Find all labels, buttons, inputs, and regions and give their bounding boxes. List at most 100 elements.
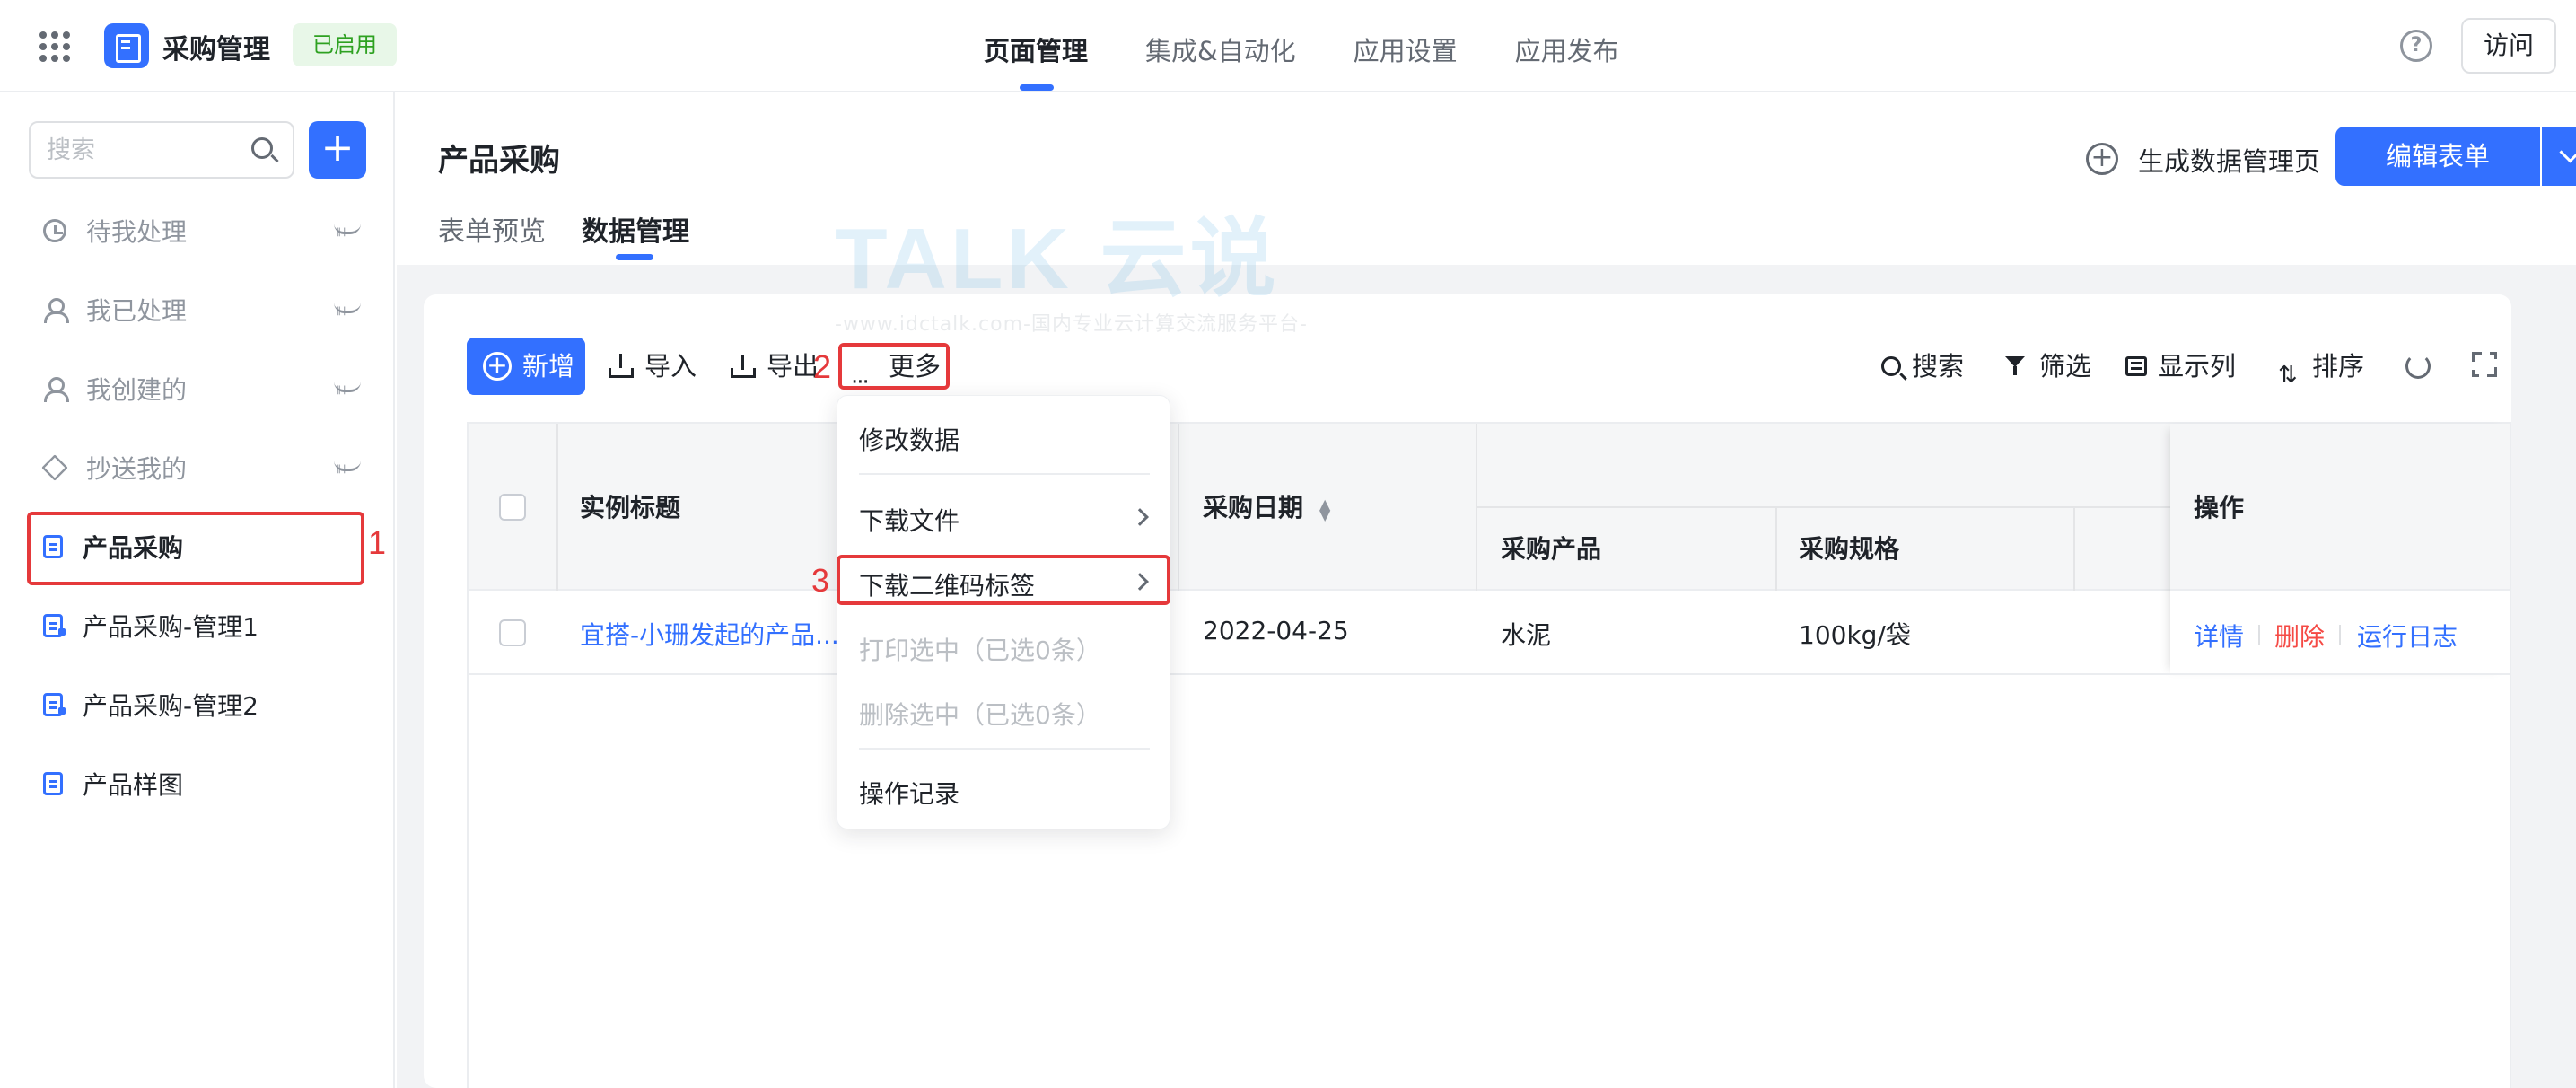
sidebar-item-cc[interactable]: 抄送我的 xyxy=(29,434,366,502)
eye-closed-icon[interactable] xyxy=(334,303,361,316)
send-icon xyxy=(41,454,68,481)
search-icon xyxy=(1881,356,1901,376)
help-icon[interactable]: ? xyxy=(2400,30,2432,62)
column-header-spec[interactable]: 采购规格 xyxy=(1799,530,1899,566)
ops-separator xyxy=(2258,625,2260,645)
sidebar-search[interactable] xyxy=(29,121,294,179)
ops-separator xyxy=(2339,625,2341,645)
nav-page-management[interactable]: 页面管理 xyxy=(984,0,1088,92)
report-icon xyxy=(43,693,66,716)
menu-item-edit-data[interactable]: 修改数据 xyxy=(859,421,959,457)
column-divider xyxy=(1775,506,1777,591)
select-all-checkbox[interactable] xyxy=(499,494,526,521)
column-header-title[interactable]: 实例标题 xyxy=(580,488,680,524)
data-table: 实例标题 采购日期 ▲ ▼ 采购产品 采购规格 操作 宜搭-小珊发起的产品... … xyxy=(467,422,2511,1088)
sidebar-item-label: 产品采购-管理2 xyxy=(83,691,258,721)
search-label: 搜索 xyxy=(1912,351,1965,382)
tab-form-preview[interactable]: 表单预览 xyxy=(438,209,546,249)
sidebar-item-processed[interactable]: 我已处理 xyxy=(29,276,366,344)
status-badge: 已启用 xyxy=(293,23,397,66)
group-divider xyxy=(1476,506,2170,508)
row-title-link[interactable]: 宜搭-小珊发起的产品... xyxy=(580,616,839,652)
import-label: 导入 xyxy=(644,351,697,382)
row-run-log-link[interactable]: 运行日志 xyxy=(2357,618,2458,654)
form-icon xyxy=(43,772,63,795)
apps-grid-icon[interactable] xyxy=(39,31,70,62)
sidebar-item-created[interactable]: 我创建的 xyxy=(29,355,366,423)
menu-item-print-selected: 打印选中（已选0条） xyxy=(859,636,1101,665)
sidebar-item-pending[interactable]: 待我处理 xyxy=(29,197,366,265)
row-product: 水泥 xyxy=(1501,620,1552,650)
sort-caret-icon[interactable]: ▲ ▼ xyxy=(1319,497,1330,522)
column-header-date[interactable]: 采购日期 xyxy=(1203,488,1303,524)
clock-icon xyxy=(43,219,66,242)
plus-circle-icon: + xyxy=(483,352,512,381)
sidebar-item-label: 产品采购-管理1 xyxy=(83,612,258,642)
visit-button[interactable]: 访问 xyxy=(2461,18,2556,74)
top-bar: 采购管理 已启用 页面管理 集成&自动化 应用设置 应用发布 ? 访问 xyxy=(0,0,2576,92)
row-date: 2022-04-25 xyxy=(1203,616,1349,645)
menu-item-operation-log[interactable]: 操作记录 xyxy=(859,775,959,811)
nav-app-publish[interactable]: 应用发布 xyxy=(1515,0,1619,92)
fullscreen-icon[interactable] xyxy=(2472,352,2497,377)
add-record-button[interactable]: + 新增 xyxy=(467,338,585,395)
top-nav: 页面管理 集成&自动化 应用设置 应用发布 xyxy=(984,0,1677,92)
generate-data-page-button[interactable]: 生成数据管理页 xyxy=(2138,141,2320,179)
columns-label: 显示列 xyxy=(2158,351,2237,382)
row-delete-link[interactable]: 删除 xyxy=(2274,618,2325,654)
user-check-icon xyxy=(43,298,69,323)
sidebar-item-label: 待我处理 xyxy=(86,217,188,247)
annotation-number-1: 1 xyxy=(368,524,387,561)
edit-form-button[interactable]: 编辑表单 xyxy=(2335,127,2540,186)
tab-data-management[interactable]: 数据管理 xyxy=(582,209,689,260)
import-icon xyxy=(609,354,634,379)
add-record-label: 新增 xyxy=(522,351,575,382)
menu-divider xyxy=(859,748,1150,750)
sidebar-item-purchase-manage-2[interactable]: 产品采购-管理2 xyxy=(29,671,366,739)
filter-button[interactable]: 筛选 xyxy=(2003,338,2091,395)
annotation-number-2: 2 xyxy=(813,348,832,385)
sidebar-item-purchase-manage-1[interactable]: 产品采购-管理1 xyxy=(29,592,366,660)
plus-circle-icon[interactable]: + xyxy=(2086,143,2118,175)
refresh-icon[interactable] xyxy=(2405,354,2431,379)
sidebar-item-label: 产品样图 xyxy=(83,770,184,800)
eye-closed-icon[interactable] xyxy=(334,461,361,474)
sidebar-item-label: 我创建的 xyxy=(86,375,188,405)
sidebar: + 待我处理 我已处理 我创建的 抄送我的 产品采购 产品采购-管理1 产品采购… xyxy=(0,92,395,1088)
nav-app-settings[interactable]: 应用设置 xyxy=(1354,0,1458,92)
annotation-number-3: 3 xyxy=(811,562,830,599)
row-detail-link[interactable]: 详情 xyxy=(2194,618,2244,654)
column-divider xyxy=(556,424,558,591)
menu-item-download-files[interactable]: 下载文件 xyxy=(859,502,959,538)
chevron-down-icon[interactable] xyxy=(2542,127,2576,186)
search-button[interactable]: 搜索 xyxy=(1881,338,1964,395)
chevron-right-icon xyxy=(1131,508,1149,526)
sort-label: 排序 xyxy=(2312,351,2365,382)
search-input[interactable] xyxy=(47,135,244,165)
add-page-button[interactable]: + xyxy=(309,121,366,179)
nav-integration-automation[interactable]: 集成&自动化 xyxy=(1145,0,1296,92)
eye-closed-icon[interactable] xyxy=(334,382,361,395)
sidebar-item-label: 抄送我的 xyxy=(86,454,188,484)
sidebar-item-label: 我已处理 xyxy=(86,296,188,326)
row-checkbox[interactable] xyxy=(499,619,526,646)
column-header-product[interactable]: 采购产品 xyxy=(1501,530,1601,566)
filter-icon xyxy=(2003,354,2028,379)
more-dropdown-menu: 修改数据 下载文件 下载二维码标签 打印选中（已选0条） 删除选中（已选0条） … xyxy=(837,395,1170,829)
search-icon[interactable] xyxy=(251,137,273,159)
eye-closed-icon[interactable] xyxy=(334,224,361,237)
main-header: 产品采购 表单预览 数据管理 + 生成数据管理页 编辑表单 xyxy=(397,92,2576,265)
annotation-box-1 xyxy=(27,512,364,585)
sidebar-item-product-samples[interactable]: 产品样图 xyxy=(29,750,366,818)
menu-item-delete-selected: 删除选中（已选0条） xyxy=(859,700,1101,730)
sort-button[interactable]: 排序 xyxy=(2276,338,2365,404)
import-button[interactable]: 导入 xyxy=(609,338,697,395)
app-logo-icon xyxy=(104,23,149,68)
row-divider xyxy=(469,673,2510,675)
report-icon xyxy=(43,614,66,637)
columns-icon xyxy=(2125,356,2147,376)
column-divider xyxy=(2073,506,2075,591)
export-button[interactable]: 导出 xyxy=(731,338,819,395)
export-label: 导出 xyxy=(767,351,819,382)
columns-button[interactable]: 显示列 xyxy=(2125,338,2236,395)
